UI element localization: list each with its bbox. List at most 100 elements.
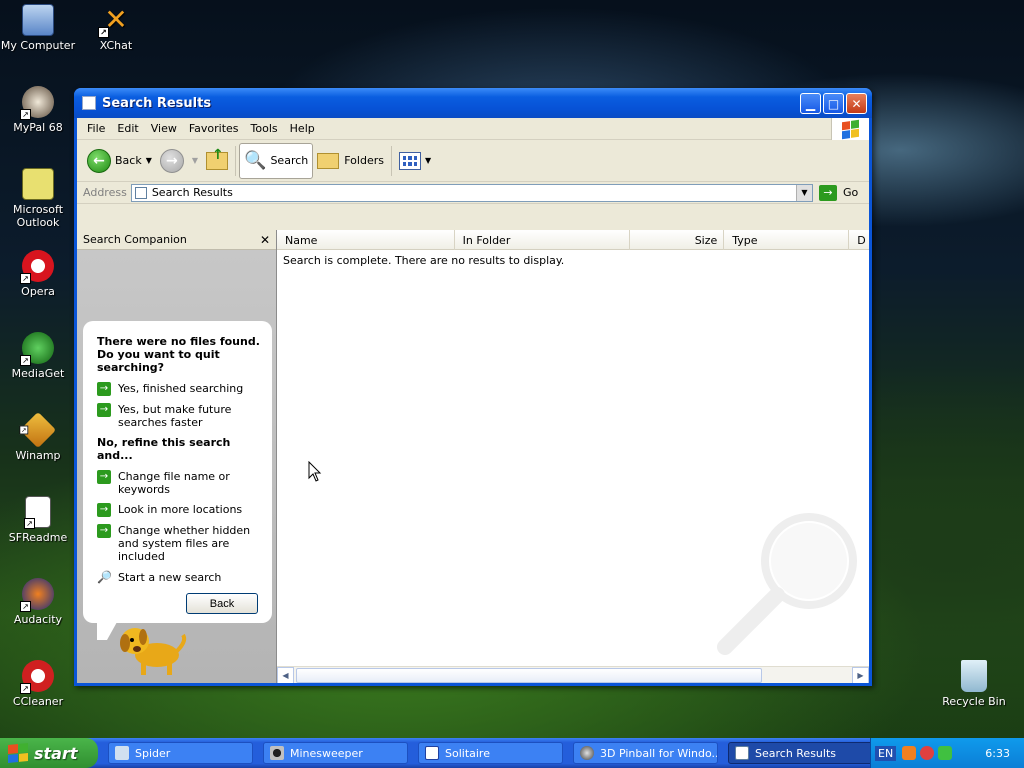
pinball-icon <box>580 746 594 760</box>
go-button[interactable]: → Go <box>819 184 867 201</box>
up-folder-button[interactable]: ↑ <box>202 143 232 179</box>
desktop-icon-label: MediaGet <box>11 367 65 380</box>
views-icon <box>398 151 421 170</box>
maximize-button[interactable]: □ <box>823 93 844 114</box>
folders-button[interactable]: Folders <box>313 143 388 179</box>
task-minesweeper[interactable]: Minesweeper <box>263 742 408 764</box>
address-label: Address <box>83 186 127 199</box>
window-client: File Edit View Favorites Tools Help ← Ba… <box>77 118 869 683</box>
column-size[interactable]: Size <box>630 230 725 250</box>
forward-dropdown-icon[interactable]: ▼ <box>192 156 198 165</box>
start-label: start <box>34 743 78 763</box>
option-label: Change whether hidden and system files a… <box>118 524 251 563</box>
close-companion-icon[interactable]: ✕ <box>260 233 270 247</box>
desktop-icon-label: Recycle Bin <box>942 695 1006 708</box>
address-bar: Address Search Results ▼ → Go <box>77 182 869 204</box>
search-results-window: Search Results ▁ □ ✕ File Edit View Favo… <box>74 88 872 686</box>
magnifier-icon: 🔎 <box>97 570 112 584</box>
desktop-icon-audacity[interactable]: ↗ Audacity <box>0 578 76 626</box>
forward-button[interactable]: → ▼ <box>156 143 202 179</box>
task-search-results[interactable]: Search Results <box>728 742 873 764</box>
address-input[interactable]: Search Results ▼ <box>130 183 813 202</box>
task-label: 3D Pinball for Windo... <box>600 746 718 760</box>
search-dog-icon[interactable] <box>117 615 189 677</box>
green-arrow-icon: → <box>97 524 111 538</box>
desktop-icon-opera[interactable]: ↗ Opera <box>0 250 76 298</box>
forward-arrow-icon: → <box>159 148 184 173</box>
option-more-locations[interactable]: → Look in more locations <box>97 503 262 517</box>
network-icon[interactable] <box>920 746 935 760</box>
menu-bar: File Edit View Favorites Tools Help <box>77 118 869 140</box>
start-button[interactable]: start <box>0 738 98 768</box>
views-dropdown-icon[interactable]: ▼ <box>425 156 431 165</box>
back-dropdown-icon[interactable]: ▼ <box>146 156 152 165</box>
search-companion-pane: Search Companion ✕ There were no files f… <box>77 230 277 683</box>
option-label: Look in more locations <box>118 503 243 516</box>
refine-heading: No, refine this search and... <box>97 436 231 462</box>
minimize-button[interactable]: ▁ <box>800 93 821 114</box>
companion-heading: There were no files found. Do you want t… <box>97 335 260 374</box>
option-faster-searches[interactable]: → Yes, but make future searches faster <box>97 403 262 429</box>
menu-help[interactable]: Help <box>284 122 321 135</box>
language-indicator[interactable]: EN <box>875 745 897 761</box>
desktop-icon-xchat[interactable]: ✕ ↗ XChat <box>78 4 154 52</box>
desktop-icon-recycle-bin[interactable]: Recycle Bin <box>936 660 1012 708</box>
audacity-icon: ↗ <box>20 578 54 612</box>
scroll-left-icon[interactable]: ◀ <box>277 667 294 683</box>
search-button[interactable]: 🔍 Search <box>239 142 314 179</box>
companion-bubble: There were no files found. Do you want t… <box>83 321 272 623</box>
green-arrow-icon: → <box>97 403 111 417</box>
shield-icon[interactable] <box>902 746 917 760</box>
search-label: Search <box>270 154 309 167</box>
option-change-file-name[interactable]: → Change file name or keywords <box>97 470 262 496</box>
option-hidden-files[interactable]: → Change whether hidden and system files… <box>97 524 262 563</box>
desktop-icon-my-computer[interactable]: My Computer <box>0 4 76 52</box>
task-solitaire[interactable]: Solitaire <box>418 742 563 764</box>
go-arrow-icon: → <box>819 184 837 201</box>
standard-toolbar: ← Back ▼ → ▼ ↑ 🔍 Search Folders ▼ <box>77 140 869 182</box>
horizontal-scrollbar[interactable]: ◀ ▶ <box>277 666 869 683</box>
desktop-icon-sfreadme[interactable]: ↗ SFReadme <box>0 496 76 544</box>
download-arrow-icon[interactable] <box>938 746 953 760</box>
close-button[interactable]: ✕ <box>846 93 867 114</box>
desktop-icon-label: My Computer <box>0 39 76 52</box>
task-label: Minesweeper <box>290 746 363 760</box>
winamp-icon: ↗ <box>19 411 57 449</box>
menu-tools[interactable]: Tools <box>245 122 284 135</box>
task-spider[interactable]: Spider <box>108 742 253 764</box>
clock[interactable]: 6:33 <box>985 747 1010 760</box>
column-type[interactable]: Type <box>724 230 850 250</box>
task-pinball[interactable]: 3D Pinball for Windo... <box>573 742 718 764</box>
companion-back-button[interactable]: Back <box>186 593 258 614</box>
desktop-icon-ccleaner[interactable]: ↗ CCleaner <box>0 660 76 708</box>
title-bar[interactable]: Search Results ▁ □ ✕ <box>74 88 872 118</box>
scroll-thumb[interactable] <box>296 668 762 683</box>
option-label: Yes, but make future searches faster <box>118 403 232 429</box>
desktop-icon-mypal[interactable]: ↗ MyPal 68 <box>0 86 76 134</box>
menu-file[interactable]: File <box>81 122 111 135</box>
option-new-search[interactable]: 🔎 Start a new search <box>97 570 262 585</box>
desktop-icon-winamp[interactable]: ↗ Winamp <box>0 411 76 462</box>
menu-favorites[interactable]: Favorites <box>183 122 245 135</box>
menu-view[interactable]: View <box>145 122 183 135</box>
desktop-icon-mediaget[interactable]: ↗ MediaGet <box>0 332 76 380</box>
menu-edit[interactable]: Edit <box>111 122 144 135</box>
search-results-icon <box>735 746 749 760</box>
solitaire-icon <box>425 746 439 760</box>
address-dropdown-icon[interactable]: ▼ <box>796 184 812 201</box>
task-label: Search Results <box>755 746 837 760</box>
column-in-folder[interactable]: In Folder <box>455 230 631 250</box>
desktop-icon-label: CCleaner <box>12 695 64 708</box>
back-arrow-icon: ← <box>87 148 111 173</box>
back-button[interactable]: ← Back ▼ <box>83 143 156 179</box>
views-button[interactable]: ▼ <box>395 143 435 179</box>
folders-icon <box>317 152 340 169</box>
column-name[interactable]: Name <box>277 230 455 250</box>
windows-flag-icon <box>8 742 28 764</box>
scroll-right-icon[interactable]: ▶ <box>852 667 869 683</box>
column-date[interactable]: D <box>849 230 869 250</box>
option-label: Start a new search <box>118 571 222 584</box>
desktop-icon-outlook[interactable]: Microsoft Outlook <box>0 168 76 229</box>
option-finished-searching[interactable]: → Yes, finished searching <box>97 382 262 396</box>
outlook-icon <box>22 168 54 200</box>
